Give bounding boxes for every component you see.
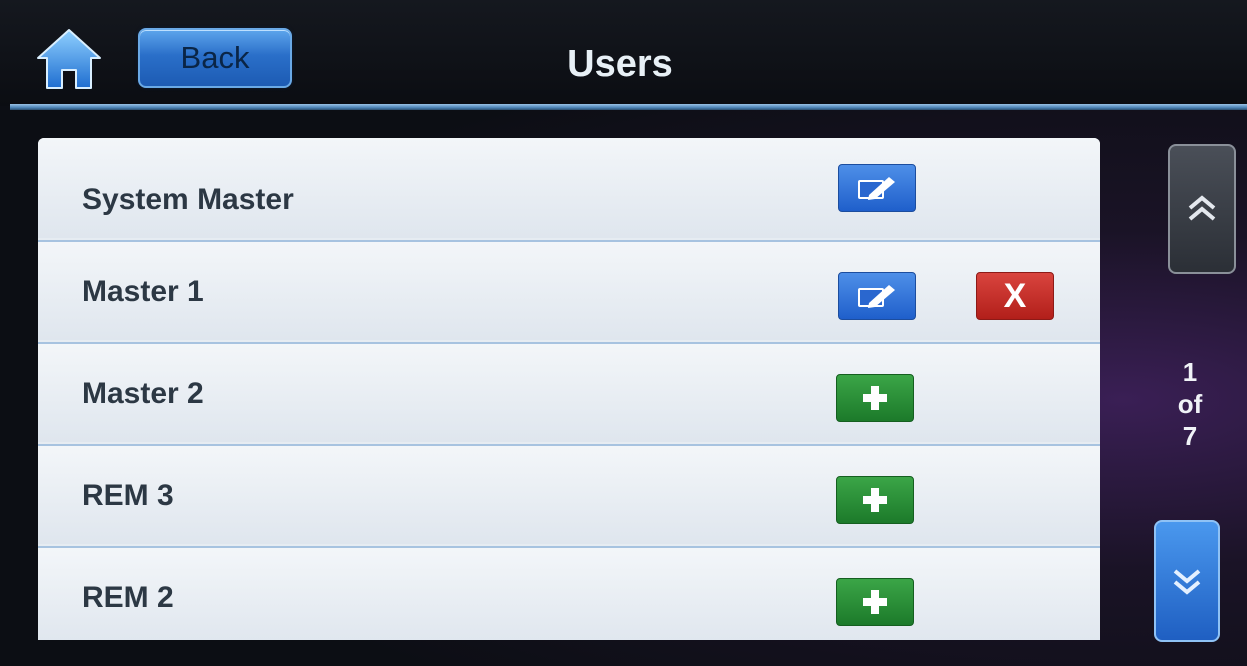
scroll-down-button[interactable]: [1154, 520, 1220, 642]
edit-user-button[interactable]: [838, 272, 916, 320]
page-title: Users: [567, 43, 673, 85]
home-icon: [37, 29, 101, 89]
scroll-up-button[interactable]: [1168, 144, 1236, 274]
list-item: Master 2: [38, 342, 1100, 442]
plus-icon: [863, 590, 887, 614]
double-chevron-up-icon: [1188, 195, 1216, 221]
plus-icon: [863, 488, 887, 512]
add-user-button[interactable]: [836, 578, 914, 626]
user-name: Master 2: [82, 377, 204, 410]
page-of-label: of: [1177, 389, 1203, 419]
list-item: REM 3: [38, 444, 1100, 544]
user-list: System Master Master 1 X Master 2 REM 3 …: [38, 138, 1100, 640]
add-user-button[interactable]: [836, 374, 914, 422]
user-name: REM 3: [82, 479, 174, 512]
list-item: Master 1 X: [38, 240, 1100, 340]
home-button[interactable]: [34, 24, 104, 94]
list-item: REM 2: [38, 546, 1100, 640]
user-name: System Master: [82, 183, 294, 216]
delete-user-button[interactable]: X: [976, 272, 1054, 320]
page-total: 7: [1182, 421, 1198, 451]
user-name: REM 2: [82, 581, 174, 614]
double-chevron-down-icon: [1173, 569, 1201, 595]
add-user-button[interactable]: [836, 476, 914, 524]
page-indicator: 1 of 7: [1160, 356, 1220, 452]
plus-icon: [863, 386, 887, 410]
back-button[interactable]: Back: [138, 28, 292, 88]
edit-icon: [858, 285, 895, 308]
header-divider: [10, 104, 1247, 110]
edit-user-button[interactable]: [838, 164, 916, 212]
page-current: 1: [1182, 357, 1198, 387]
header-bar: Back Users: [0, 0, 1247, 106]
list-item: System Master: [38, 138, 1100, 238]
edit-icon: [858, 177, 895, 200]
user-name: Master 1: [82, 275, 204, 308]
users-screen: Back Users System Master Master 1 X Mast…: [0, 0, 1247, 666]
